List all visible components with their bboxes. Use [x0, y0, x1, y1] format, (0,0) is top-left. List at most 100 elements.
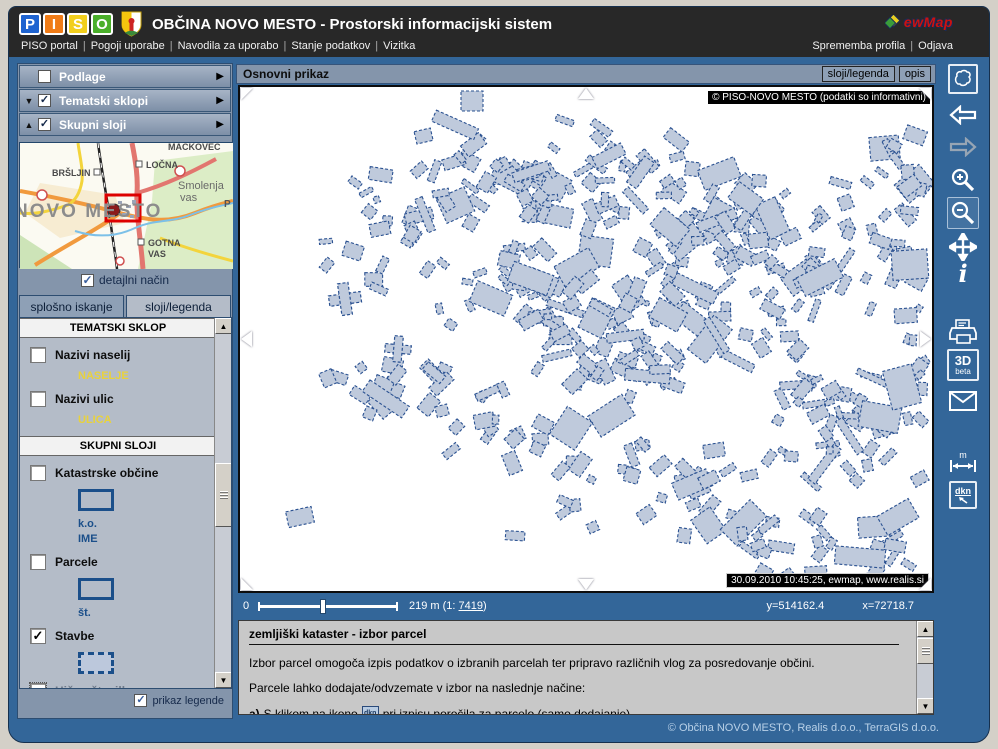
pan-southeast-arrow[interactable] — [919, 578, 931, 590]
zoom-out-button[interactable] — [947, 197, 979, 229]
scale-slider[interactable] — [258, 605, 398, 608]
ewmap-logo[interactable]: ewMap — [885, 14, 953, 30]
tab-sloji-legenda[interactable]: sloji/legenda — [126, 295, 231, 317]
chevron-right-icon[interactable]: ▶ — [216, 95, 224, 106]
menu-piso-portal[interactable]: PISO portal — [21, 40, 78, 52]
zoom-out-icon — [950, 200, 976, 226]
info-content: zemljiški kataster - izbor parcel Izbor … — [249, 627, 899, 715]
buildings-layer — [240, 87, 932, 591]
minimap-label: vas — [180, 192, 198, 204]
layer-panel-scrollbar[interactable]: ▲ ▼ — [214, 318, 231, 688]
layer-checkbox-hisne-stevilke[interactable] — [30, 683, 46, 689]
legend-sample-naselje: NASELJE — [78, 370, 216, 382]
accordion-skupni-sloji[interactable]: ▲ ✓ Skupni sloji ▶ — [19, 113, 231, 136]
chevron-right-icon[interactable]: ▶ — [216, 119, 224, 130]
minimap-label: BRŠLJIN — [52, 167, 91, 178]
zoom-in-button[interactable] — [950, 167, 976, 193]
menu-odjava[interactable]: Odjava — [918, 40, 953, 52]
info-panel-title: zemljiški kataster - izbor parcel — [249, 627, 899, 645]
forward-button[interactable] — [949, 137, 977, 157]
tab-splosno-iskanje[interactable]: splošno iskanje — [19, 295, 124, 317]
footer-bar: © Občina NOVO MESTO, Realis d.o.o., Terr… — [9, 716, 989, 742]
menu-stanje-podatkov[interactable]: Stanje podatkov — [291, 40, 370, 52]
info-panel-scrollbar[interactable]: ▲ ▼ — [916, 621, 933, 714]
send-mail-button[interactable] — [949, 391, 977, 411]
pan-southwest-arrow[interactable] — [241, 578, 253, 590]
map-layers-button[interactable]: sloji/legenda — [822, 66, 895, 82]
legend-swatch-parcele — [78, 578, 114, 600]
podlage-checkbox[interactable] — [38, 70, 51, 83]
scale-slider-thumb[interactable] — [320, 599, 326, 614]
pan-south-arrow[interactable] — [578, 579, 594, 590]
menu-separator: | — [83, 40, 86, 52]
skupni-sloji-checkbox[interactable]: ✓ — [38, 118, 51, 131]
expand-icon[interactable]: ▲ — [20, 120, 38, 130]
map-viewport[interactable]: © PISO-NOVO MESTO (podatki so informativ… — [238, 85, 934, 593]
layer-label: Nazivi naselij — [55, 348, 130, 362]
scrollbar-thumb[interactable] — [215, 463, 232, 527]
minimap-label-city: NOVO MESTO — [20, 201, 162, 222]
menu-vizitka[interactable]: Vizitka — [383, 40, 415, 52]
scroll-up-button[interactable]: ▲ — [917, 621, 934, 637]
menu-navodila[interactable]: Navodila za uporabo — [178, 40, 279, 52]
minimap-label: VAS — [148, 249, 166, 259]
overview-minimap[interactable]: MAČKOVEC LOČNA BRŠLJIN Smolenja vas NOVO… — [19, 142, 232, 268]
layer-checkbox-nazivi-ulic[interactable] — [30, 391, 46, 407]
zoom-in-icon — [950, 167, 976, 193]
back-button[interactable] — [949, 105, 977, 125]
3d-view-button[interactable]: 3D beta — [947, 349, 979, 381]
accordion-podlage[interactable]: Podlage ▶ — [19, 65, 231, 88]
dkn-selection-button[interactable]: dkn — [949, 481, 977, 509]
accordion-tematski-sklopi[interactable]: ▼ ✓ Tematski sklopi ▶ — [19, 89, 231, 112]
layer-checkbox-nazivi-naselij[interactable] — [30, 347, 46, 363]
layer-row-nazivi-ulic: Nazivi ulic — [30, 391, 216, 407]
pan-northwest-arrow[interactable] — [241, 88, 253, 100]
scale-ratio-close: ) — [483, 600, 487, 612]
legend-swatch-ko — [78, 489, 114, 511]
full-extent-button[interactable] — [948, 64, 978, 94]
scroll-up-button[interactable]: ▲ — [215, 318, 232, 334]
map-description-button[interactable]: opis — [899, 66, 931, 82]
detail-mode-row: ✓ detajlni način — [18, 271, 232, 289]
menu-right: Sprememba profila|Odjava — [812, 40, 953, 52]
layer-row-nazivi-naselij: Nazivi naselij — [30, 347, 216, 363]
info-panel: zemljiški kataster - izbor parcel Izbor … — [238, 620, 934, 715]
prikaz-legende-checkbox[interactable]: ✓ — [134, 694, 147, 707]
scroll-down-button[interactable]: ▼ — [917, 698, 934, 714]
menu-pogoji-uporabe[interactable]: Pogoji uporabe — [91, 40, 165, 52]
pan-northeast-arrow[interactable] — [919, 88, 931, 100]
section-header-tematski-sklop: TEMATSKI SKLOP — [20, 318, 216, 338]
menu-sprememba-profila[interactable]: Sprememba profila — [812, 40, 905, 52]
pan-cross-icon — [949, 233, 977, 261]
measure-button[interactable]: m — [949, 451, 977, 473]
pan-north-arrow[interactable] — [578, 88, 594, 99]
layer-row-parcele: Parcele — [30, 554, 216, 570]
pan-east-arrow[interactable] — [920, 331, 931, 347]
tematski-sklopi-checkbox[interactable]: ✓ — [38, 94, 51, 107]
sidebar: Podlage ▶ ▼ ✓ Tematski sklopi ▶ ▲ ✓ Skup… — [17, 63, 233, 719]
scrollbar-thumb[interactable] — [917, 638, 934, 664]
measure-icon — [949, 459, 977, 473]
chevron-right-icon[interactable]: ▶ — [216, 71, 224, 82]
menu-separator: | — [284, 40, 287, 52]
print-button[interactable] — [949, 319, 977, 345]
scroll-down-button[interactable]: ▼ — [215, 672, 232, 688]
pan-button[interactable] — [949, 233, 977, 261]
layer-checkbox-katastrske-obcine[interactable] — [30, 465, 46, 481]
layer-checkbox-stavbe[interactable]: ✓ — [30, 628, 46, 644]
info-paragraph-2: Parcele lahko dodajate/odvzemate v izbor… — [249, 681, 899, 695]
identify-button[interactable]: i — [958, 259, 967, 288]
envelope-icon — [949, 391, 977, 411]
cursor-coordinates: y=514162.4 x=72718.7 — [767, 600, 915, 612]
layer-label: Parcele — [55, 555, 98, 569]
scale-ratio-link[interactable]: 7419 — [459, 600, 483, 612]
layer-checkbox-parcele[interactable] — [30, 554, 46, 570]
pan-west-arrow[interactable] — [241, 331, 252, 347]
coordinate-x: x=72718.7 — [862, 600, 914, 612]
menu-separator: | — [375, 40, 378, 52]
detail-mode-checkbox[interactable]: ✓ — [81, 274, 94, 287]
collapse-icon[interactable]: ▼ — [20, 96, 38, 106]
title-bar: P I S O OBČINA NOVO MESTO - Prostorski i… — [9, 7, 989, 57]
section-header-skupni-sloji: SKUPNI SLOJI — [20, 436, 216, 456]
ewmap-wordmark: ewMap — [904, 14, 953, 30]
